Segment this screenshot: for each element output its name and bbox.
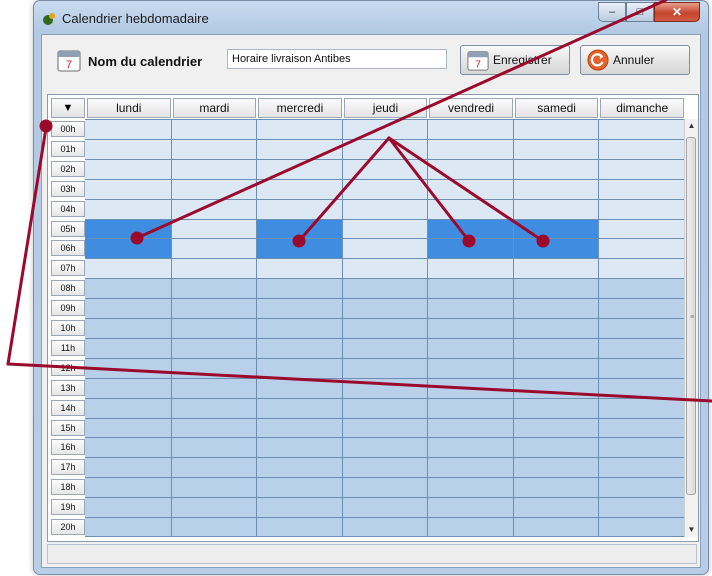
hour-label-20h[interactable]: 20h bbox=[51, 519, 85, 536]
app-icon bbox=[43, 13, 55, 25]
calendar-name-input[interactable]: Horaire livraison Antibes bbox=[227, 49, 447, 69]
day-header-vendredi[interactable]: vendredi bbox=[429, 98, 513, 118]
minimize-button[interactable]: – bbox=[598, 2, 626, 22]
day-header-samedi[interactable]: samedi bbox=[514, 98, 599, 118]
hour-label-15h[interactable]: 15h bbox=[51, 419, 85, 436]
scroll-thumb[interactable]: ≡ bbox=[686, 137, 696, 495]
grid-row-line bbox=[85, 198, 684, 200]
cancel-button-label: Annuler bbox=[613, 53, 655, 67]
svg-text:7: 7 bbox=[66, 59, 72, 71]
grid-row-line bbox=[85, 497, 684, 499]
grid-row-line bbox=[85, 119, 684, 120]
hour-label-13h[interactable]: 13h bbox=[51, 379, 85, 396]
hour-label-08h[interactable]: 08h bbox=[51, 280, 85, 297]
save-icon: 7 bbox=[467, 51, 489, 71]
window-controls: – □ ✕ bbox=[598, 2, 700, 22]
day-header-dimanche[interactable]: dimanche bbox=[600, 98, 684, 118]
grid-row-line bbox=[85, 397, 684, 399]
grid-row-line bbox=[85, 218, 684, 220]
hour-label-09h[interactable]: 09h bbox=[51, 300, 85, 317]
hour-label-10h[interactable]: 10h bbox=[51, 320, 85, 337]
hour-label-05h[interactable]: 05h bbox=[51, 220, 85, 237]
hour-label-01h[interactable]: 01h bbox=[51, 140, 85, 157]
hour-label-03h[interactable]: 03h bbox=[51, 180, 85, 197]
grid-row-line bbox=[85, 377, 684, 379]
grid-col-line bbox=[341, 119, 343, 537]
grid-row-line bbox=[85, 178, 684, 180]
grid-row-line bbox=[85, 318, 684, 320]
calendar-name-label: Nom du calendrier bbox=[88, 54, 203, 69]
scroll-up-icon[interactable]: ▲ bbox=[685, 119, 698, 133]
maximize-button[interactable]: □ bbox=[626, 2, 654, 22]
dropdown-button[interactable]: ▼ bbox=[51, 98, 85, 118]
day-header-lundi[interactable]: lundi bbox=[87, 98, 171, 118]
day-header-mercredi[interactable]: mercredi bbox=[258, 98, 342, 118]
scroll-grip-icon: ≡ bbox=[690, 314, 695, 321]
save-button[interactable]: 7 Enregistrer bbox=[460, 45, 570, 75]
grid-col-line bbox=[427, 119, 429, 537]
grid-row-line bbox=[85, 437, 684, 439]
grid-row-line bbox=[85, 298, 684, 300]
grid-row-line bbox=[85, 536, 684, 537]
grid-row-line bbox=[85, 158, 684, 160]
grid-row-line bbox=[85, 457, 684, 459]
scroll-down-icon[interactable]: ▼ bbox=[685, 523, 698, 537]
hour-label-00h[interactable]: 00h bbox=[51, 121, 85, 137]
toolbar: 7 Nom du calendrier Horaire livraison An… bbox=[42, 35, 700, 91]
grid-row-line bbox=[85, 517, 684, 519]
grid-row-line bbox=[85, 278, 684, 280]
title-bar[interactable]: Calendrier hebdomadaire – □ ✕ bbox=[34, 1, 708, 35]
hour-label-16h[interactable]: 16h bbox=[51, 439, 85, 456]
grid-row-line bbox=[85, 337, 684, 339]
vertical-scrollbar[interactable]: ▲ ≡ ▼ bbox=[684, 119, 698, 537]
day-header-mardi[interactable]: mardi bbox=[172, 98, 257, 118]
hour-label-11h[interactable]: 11h bbox=[51, 339, 85, 356]
grid-row-line bbox=[85, 138, 684, 140]
grid-col-line bbox=[598, 119, 600, 537]
hour-label-12h[interactable]: 12h bbox=[51, 359, 85, 376]
dropdown-icon: ▼ bbox=[62, 102, 74, 114]
hour-label-04h[interactable]: 04h bbox=[51, 200, 85, 217]
hour-label-02h[interactable]: 02h bbox=[51, 160, 85, 177]
close-button[interactable]: ✕ bbox=[654, 2, 700, 22]
status-bar bbox=[47, 544, 697, 564]
hour-label-07h[interactable]: 07h bbox=[51, 260, 85, 277]
week-grid: ▼ ▲ ≡ ▼ lundi mardi mercredi jeudi vendredi s… bbox=[47, 94, 699, 542]
window-title: Calendrier hebdomadaire bbox=[62, 11, 209, 26]
grid-col-line bbox=[170, 119, 172, 537]
cancel-icon bbox=[587, 49, 609, 71]
grid-col-line bbox=[256, 119, 258, 537]
grid-row-line bbox=[85, 477, 684, 479]
calendar-icon: 7 bbox=[57, 50, 81, 72]
hour-label-14h[interactable]: 14h bbox=[51, 399, 85, 416]
cancel-button[interactable]: Annuler bbox=[580, 45, 690, 75]
client-area: 7 Nom du calendrier Horaire livraison An… bbox=[41, 34, 701, 568]
grid-row-line bbox=[85, 357, 684, 359]
grid-cells[interactable] bbox=[85, 119, 684, 537]
save-button-label: Enregistrer bbox=[493, 53, 552, 67]
hour-label-06h[interactable]: 06h bbox=[51, 240, 85, 257]
day-header-jeudi[interactable]: jeudi bbox=[343, 98, 428, 118]
app-window: Calendrier hebdomadaire – □ ✕ 7 Nom du c… bbox=[33, 0, 709, 575]
hour-label-17h[interactable]: 17h bbox=[51, 459, 85, 476]
grid-row-line bbox=[85, 417, 684, 419]
hour-label-19h[interactable]: 19h bbox=[51, 499, 85, 516]
grid-col-line bbox=[512, 119, 514, 537]
svg-text:7: 7 bbox=[475, 59, 481, 70]
grid-row-line bbox=[85, 258, 684, 260]
hour-label-18h[interactable]: 18h bbox=[51, 479, 85, 496]
grid-row-line bbox=[85, 238, 684, 240]
